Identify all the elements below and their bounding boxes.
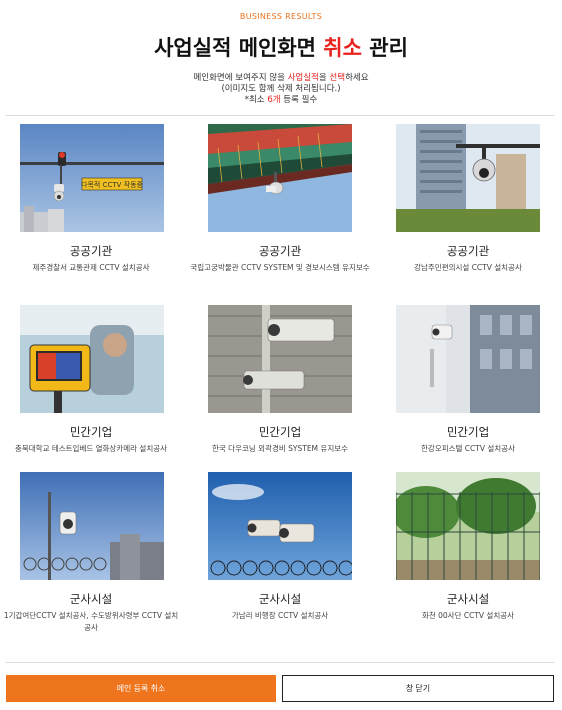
project-description: 1기갑여단CCTV 설치공사, 수도방위사령부 CCTV 설치공사 [3, 611, 179, 632]
project-image-3[interactable] [396, 124, 540, 232]
notice-text: 등록 필수 [280, 95, 318, 105]
project-description: 제주경찰서 교통관제 CCTV 설치공사 [32, 263, 150, 272]
project-description: 충북대학교 테스트입베드 열화상카메라 설치공사 [14, 444, 168, 453]
divider [6, 115, 554, 116]
project-image-5[interactable] [208, 305, 352, 413]
title-text: 사업실적 메인화면 [154, 36, 324, 60]
project-image-4[interactable] [20, 305, 164, 413]
project-description: 국립고궁박물관 CCTV SYSTEM 및 경보시스템 유지보수 [190, 263, 370, 272]
divider [6, 662, 554, 663]
project-category: 공공기관 [258, 244, 302, 258]
notice-line-2: (이미지도 함께 삭제 처리됩니다.) [221, 84, 341, 94]
section-eyebrow: BUSINESS RESULTS [239, 12, 323, 21]
project-description: 화천 00사단 CCTV 설치공사 [421, 611, 515, 620]
project-category: 군사시설 [69, 592, 113, 606]
project-image-8[interactable] [208, 472, 352, 580]
project-image-6[interactable] [396, 305, 540, 413]
notice-text: 메인화면에 보여주지 않을 [193, 73, 288, 83]
project-image-2[interactable] [208, 124, 352, 232]
project-description: 한강오피스텔 CCTV 설치공사 [421, 444, 515, 453]
title-highlight: 취소 [323, 36, 362, 60]
project-description: 한국 다우코닝 외곽경비 SYSTEM 유지보수 [211, 444, 349, 453]
notice-highlight: 선택 [329, 73, 346, 83]
project-description: 강남주민편의시설 CCTV 설치공사 [414, 263, 522, 272]
close-window-button[interactable]: 창 닫기 [282, 675, 554, 702]
page-title: 사업실적 메인화면 취소 관리 [0, 32, 562, 62]
project-image-9[interactable] [396, 472, 540, 580]
notice-text: *최소 [244, 95, 268, 105]
project-category: 공공기관 [69, 244, 113, 258]
instruction-notice: 메인화면에 보여주지 않을 사업실적을 선택하세요 (이미지도 함께 삭제 처리… [0, 73, 562, 106]
project-category: 민간기업 [446, 425, 490, 439]
notice-text: 을 [318, 73, 330, 83]
project-description: 가남리 비행장 CCTV 설치공사 [231, 611, 329, 620]
project-category: 민간기업 [258, 425, 302, 439]
project-category: 민간기업 [69, 425, 113, 439]
project-category: 군사시설 [258, 592, 302, 606]
notice-highlight: 사업실적 [287, 73, 319, 83]
project-image-7[interactable] [20, 472, 164, 580]
sign-text: 다목적 CCTV 작동중 [81, 180, 143, 189]
project-category: 공공기관 [446, 244, 490, 258]
project-image-1[interactable]: 다목적 CCTV 작동중 [20, 124, 164, 232]
project-category: 군사시설 [446, 592, 490, 606]
notice-text: 하세요 [345, 73, 369, 83]
cancel-main-registration-button[interactable]: 메인 등록 취소 [6, 675, 276, 702]
notice-highlight: 6개 [267, 95, 281, 105]
title-text-end: 관리 [361, 36, 408, 60]
